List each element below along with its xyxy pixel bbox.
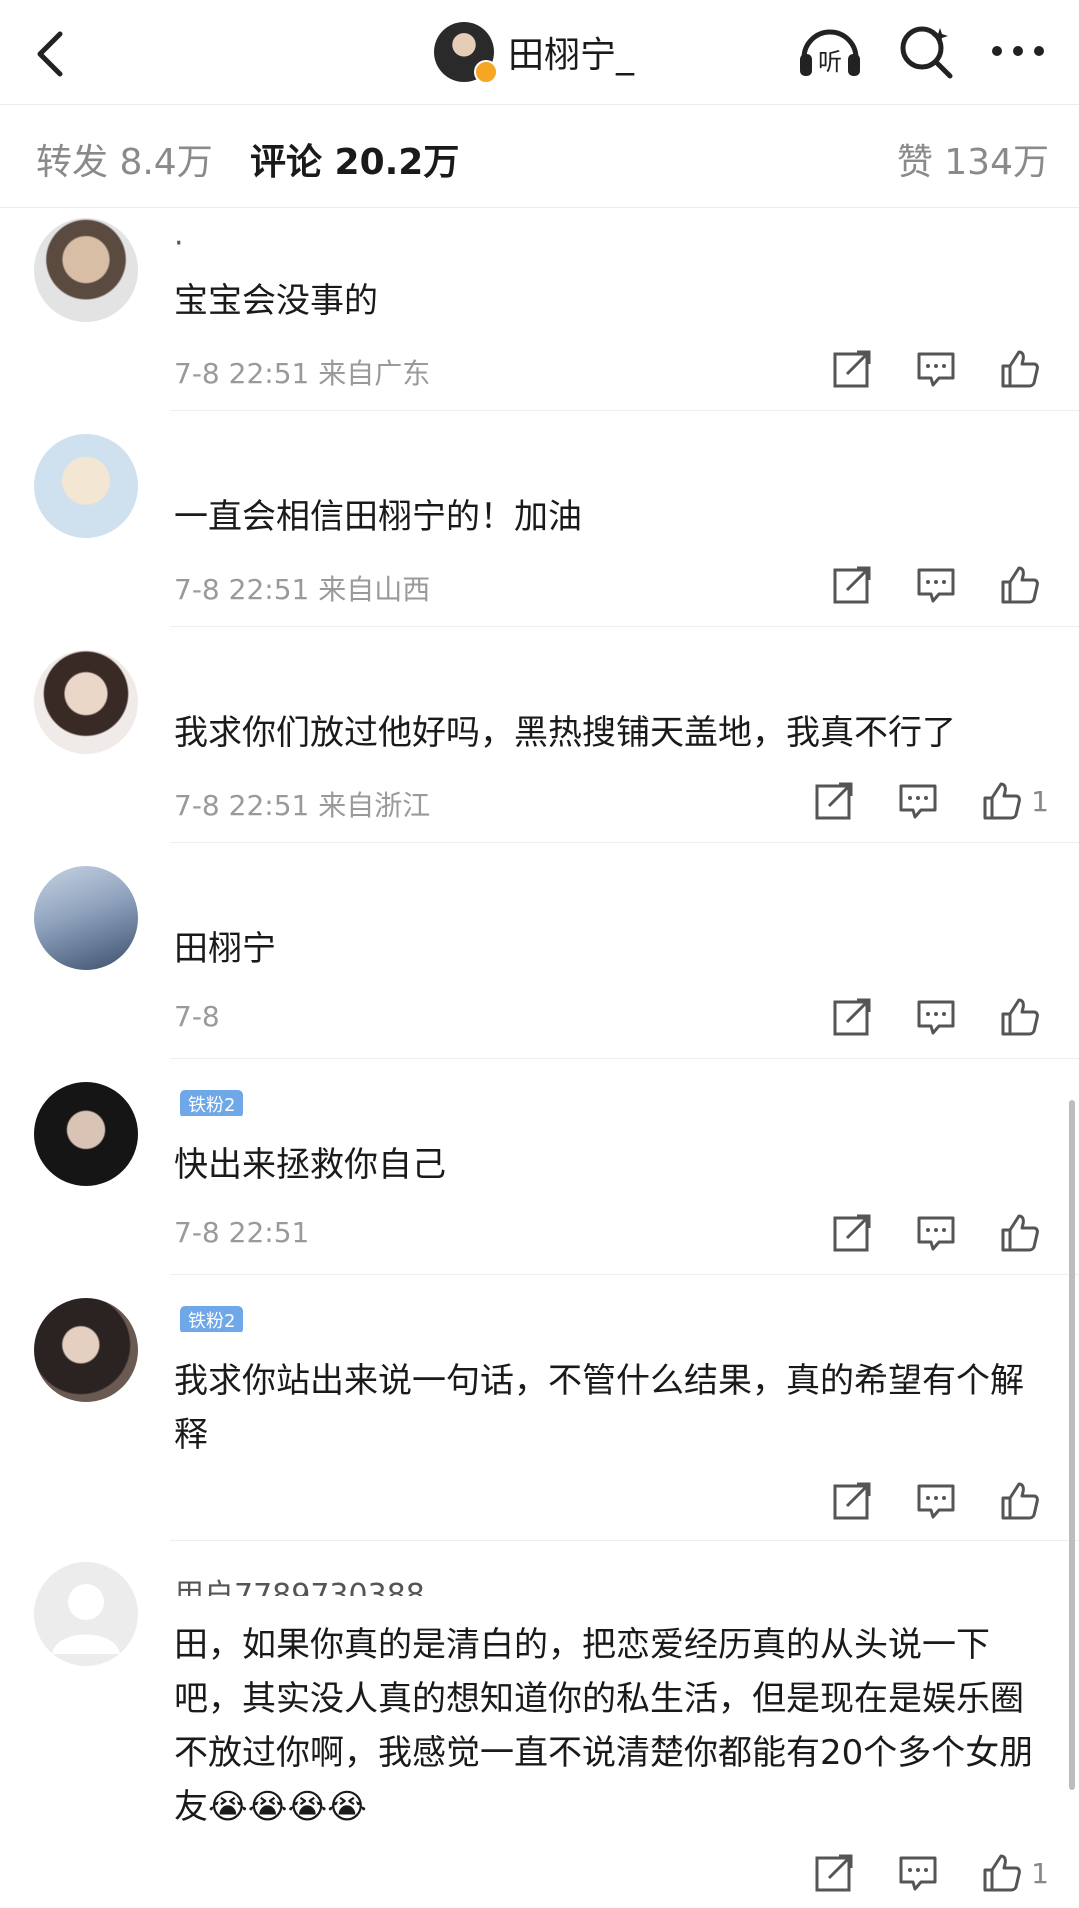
profile-header[interactable]: 田栩宁_ (434, 20, 634, 84)
tab-repost[interactable]: 转发 8.4万 (36, 133, 213, 185)
more-icon[interactable] (988, 36, 1048, 66)
divider (170, 626, 1079, 627)
thumbs-up-icon[interactable] (999, 564, 1041, 606)
thumbs-up-icon[interactable] (999, 348, 1041, 390)
reply-icon[interactable] (915, 348, 957, 390)
avatar[interactable] (34, 218, 138, 322)
avatar[interactable] (34, 650, 138, 754)
fan-badge: 铁粉2 (180, 1090, 244, 1116)
tab-comment[interactable]: 评论 20.2万 (250, 133, 459, 185)
fan-badge: 铁粉2 (180, 1306, 244, 1332)
like-button[interactable] (999, 1212, 1049, 1254)
comment-text: 一直会相信田栩宁的！加油 (174, 497, 582, 537)
divider (170, 1540, 1079, 1541)
comment-text: 田，如果你真的是清白的，把恋爱经历真的从头说一下吧，其实没人真的想知道你的私生活… (174, 1625, 1034, 1827)
like-button[interactable] (999, 348, 1049, 390)
thumbs-up-icon[interactable] (999, 1480, 1041, 1522)
thumbs-up-icon[interactable] (981, 1852, 1023, 1894)
comment-actions (831, 1212, 1049, 1254)
comment-actions (831, 1480, 1049, 1522)
comment-actions: 1 (813, 1852, 1049, 1894)
listen-button[interactable]: 听 (796, 20, 864, 84)
divider (170, 842, 1079, 843)
commenter-name[interactable]: · (174, 226, 184, 252)
comment-meta: 7-8 22:51 (174, 1216, 310, 1249)
avatar[interactable] (34, 1562, 138, 1666)
like-button[interactable] (999, 564, 1049, 606)
share-icon[interactable] (831, 1480, 873, 1522)
divider (170, 1274, 1079, 1275)
avatar[interactable] (434, 22, 498, 84)
reply-icon[interactable] (915, 1480, 957, 1522)
like-button[interactable]: 1 (981, 780, 1049, 822)
like-button[interactable] (999, 996, 1049, 1038)
avatar[interactable] (34, 434, 138, 538)
share-icon[interactable] (831, 348, 873, 390)
like-button[interactable]: 1 (981, 1852, 1049, 1894)
comment-text: 快出来拯救你自己 (174, 1145, 446, 1185)
comment-actions (831, 996, 1049, 1038)
divider (170, 410, 1079, 411)
tab-like[interactable]: 赞 134万 (897, 133, 1049, 185)
share-icon[interactable] (831, 564, 873, 606)
like-count: 1 (1031, 1856, 1049, 1890)
username[interactable]: 田栩宁_ (508, 26, 634, 78)
avatar[interactable] (34, 866, 138, 970)
comment-text: 我求你站出来说一句话，不管什么结果，真的希望有个解释 (174, 1361, 1024, 1455)
reply-icon[interactable] (897, 1852, 939, 1894)
comment-meta: 7-8 22:51 来自广东 (174, 357, 431, 390)
commenter-name[interactable]: 用户7789730388 (174, 1570, 425, 1596)
like-count: 1 (1031, 784, 1049, 818)
reply-icon[interactable] (915, 1212, 957, 1254)
thumbs-up-icon[interactable] (999, 1212, 1041, 1254)
reply-icon[interactable] (897, 780, 939, 822)
top-navbar: 田栩宁_ 听 (0, 0, 1079, 104)
share-icon[interactable] (831, 1212, 873, 1254)
comment-actions: 1 (813, 780, 1049, 822)
share-icon[interactable] (813, 780, 855, 822)
thumbs-up-icon[interactable] (981, 780, 1023, 822)
scrollbar[interactable] (1069, 1100, 1075, 1790)
search-icon[interactable] (896, 22, 956, 82)
commenter-name[interactable]: 铁粉2 (174, 1090, 244, 1116)
like-button[interactable] (999, 1480, 1049, 1522)
comment-meta: 7-8 22:51 来自浙江 (174, 789, 431, 822)
default-avatar-icon (52, 1584, 120, 1654)
avatar[interactable] (34, 1298, 138, 1402)
thumbs-up-icon[interactable] (999, 996, 1041, 1038)
comment-actions (831, 348, 1049, 390)
share-icon[interactable] (813, 1852, 855, 1894)
back-icon[interactable] (24, 24, 84, 84)
reply-icon[interactable] (915, 996, 957, 1038)
verified-icon (474, 60, 498, 84)
commenter-name[interactable]: 铁粉2 (174, 1306, 244, 1332)
avatar[interactable] (34, 1082, 138, 1186)
listen-label: 听 (818, 48, 842, 76)
comment-meta: 7-8 (174, 1000, 220, 1033)
comment-text: 田栩宁 (174, 929, 276, 969)
comment-text: 宝宝会没事的 (174, 281, 378, 321)
comment-actions (831, 564, 1049, 606)
comment-meta: 7-8 22:51 来自山西 (174, 573, 431, 606)
comment-text: 我求你们放过他好吗，黑热搜铺天盖地，我真不行了 (174, 713, 956, 753)
reply-icon[interactable] (915, 564, 957, 606)
divider (170, 1058, 1079, 1059)
share-icon[interactable] (831, 996, 873, 1038)
stats-tabs: 转发 8.4万 评论 20.2万 赞 134万 (0, 104, 1079, 208)
